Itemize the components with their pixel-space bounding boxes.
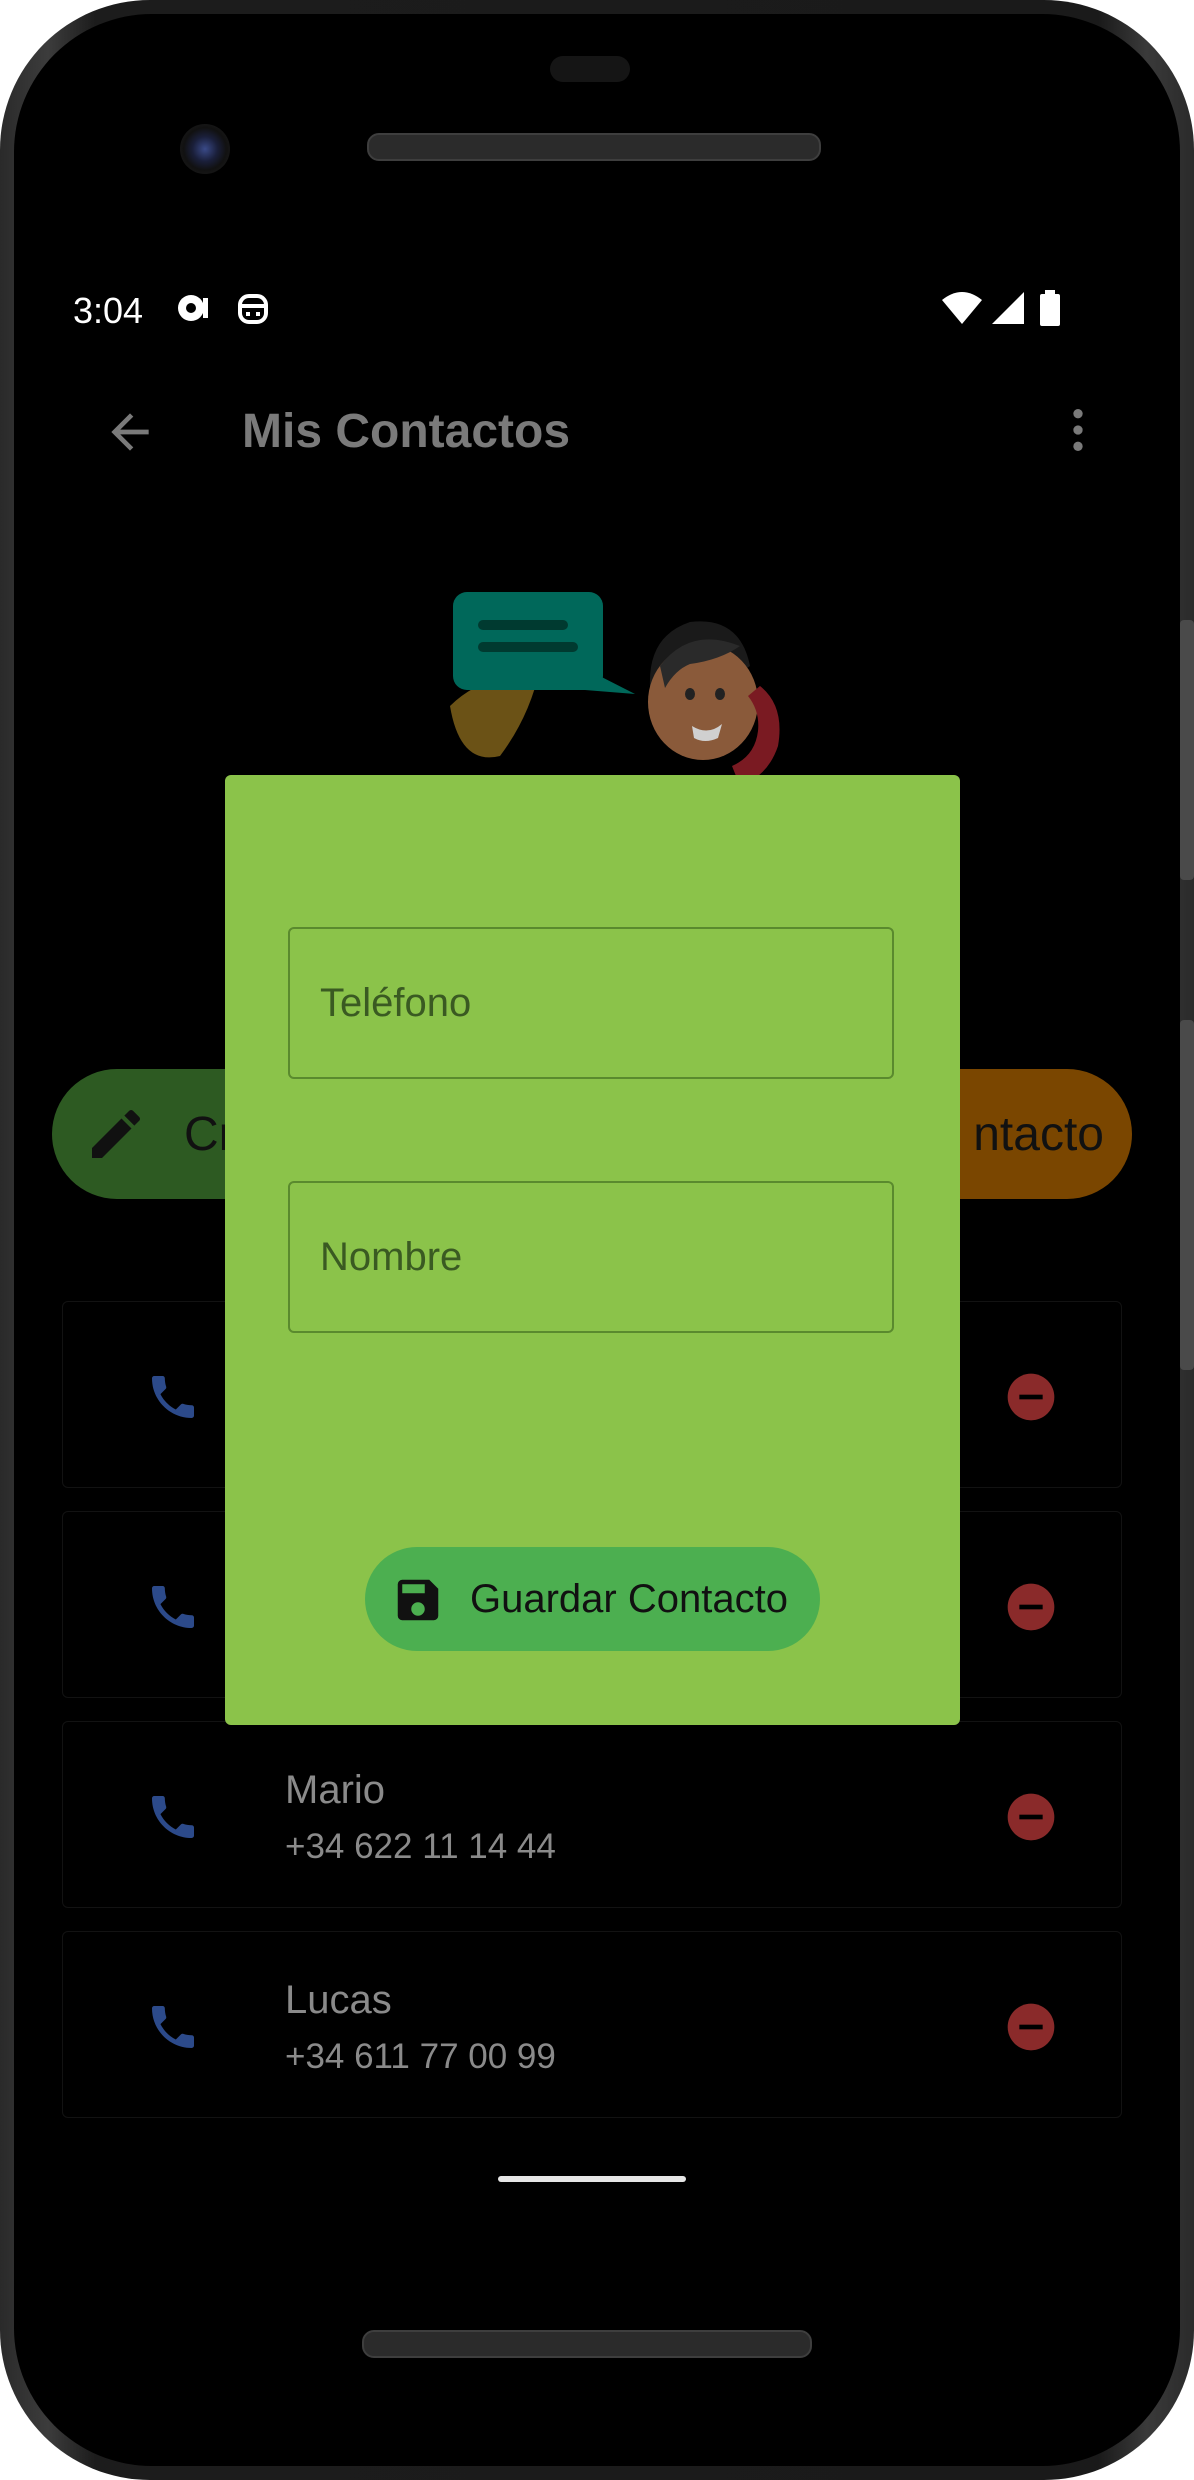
- front-camera: [180, 124, 230, 174]
- proximity-sensor: [550, 56, 630, 82]
- name-input[interactable]: [290, 1183, 892, 1331]
- remove-circle-icon[interactable]: [1003, 1789, 1059, 1850]
- app-bar: Mis Contactos: [50, 356, 1144, 506]
- contact-action-label: ntacto: [973, 1108, 1104, 1161]
- remove-circle-icon[interactable]: [1003, 1999, 1059, 2060]
- contact-phone: +34 611 77 00 99: [285, 2037, 556, 2076]
- power-button: [1180, 1020, 1194, 1370]
- page-title: Mis Contactos: [242, 405, 571, 458]
- contact-card[interactable]: Lucas +34 611 77 00 99: [62, 1931, 1122, 2118]
- contact-card[interactable]: Mario +34 622 11 14 44: [62, 1721, 1122, 1908]
- contact-name: Lucas: [285, 1978, 392, 2022]
- arrow-back-icon[interactable]: [102, 404, 158, 465]
- status-bar: 3:04: [50, 266, 1144, 356]
- status-time: 3:04: [73, 290, 144, 331]
- home-indicator[interactable]: [498, 2176, 686, 2182]
- name-field[interactable]: [288, 1181, 894, 1333]
- add-contact-dialog: Guardar Contacto: [225, 775, 960, 1725]
- cellular-signal-icon: [988, 288, 1028, 337]
- more-vert-icon[interactable]: [1050, 402, 1106, 463]
- save-contact-button[interactable]: Guardar Contacto: [365, 1547, 820, 1651]
- sync-notification-icon: [173, 288, 213, 337]
- phone-field[interactable]: [288, 927, 894, 1079]
- phone-call-icon[interactable]: [145, 1579, 201, 1640]
- remove-circle-icon[interactable]: [1003, 1579, 1059, 1640]
- robot-notification-icon: [233, 288, 273, 337]
- phone-input[interactable]: [290, 929, 892, 1077]
- bottom-speaker: [362, 2330, 812, 2358]
- save-contact-label: Guardar Contacto: [470, 1577, 788, 1621]
- contact-phone: +34 622 11 14 44: [285, 1827, 556, 1866]
- volume-button: [1180, 620, 1194, 880]
- phone-call-icon[interactable]: [145, 1999, 201, 2060]
- pencil-icon: [84, 1102, 148, 1178]
- app-screen: 3:04 Mis Contactos Cr ntacto Mario +34 6…: [50, 266, 1144, 2208]
- phone-call-icon[interactable]: [145, 1369, 201, 1430]
- save-icon: [391, 1573, 445, 1637]
- wifi-icon: [940, 288, 984, 337]
- contact-name: Mario: [285, 1768, 386, 1812]
- remove-circle-icon[interactable]: [1003, 1369, 1059, 1430]
- phone-call-icon[interactable]: [145, 1789, 201, 1850]
- phone-device-frame: 3:04 Mis Contactos Cr ntacto Mario +34 6…: [0, 0, 1194, 2480]
- earpiece-speaker: [367, 133, 821, 161]
- battery-icon: [1036, 288, 1064, 337]
